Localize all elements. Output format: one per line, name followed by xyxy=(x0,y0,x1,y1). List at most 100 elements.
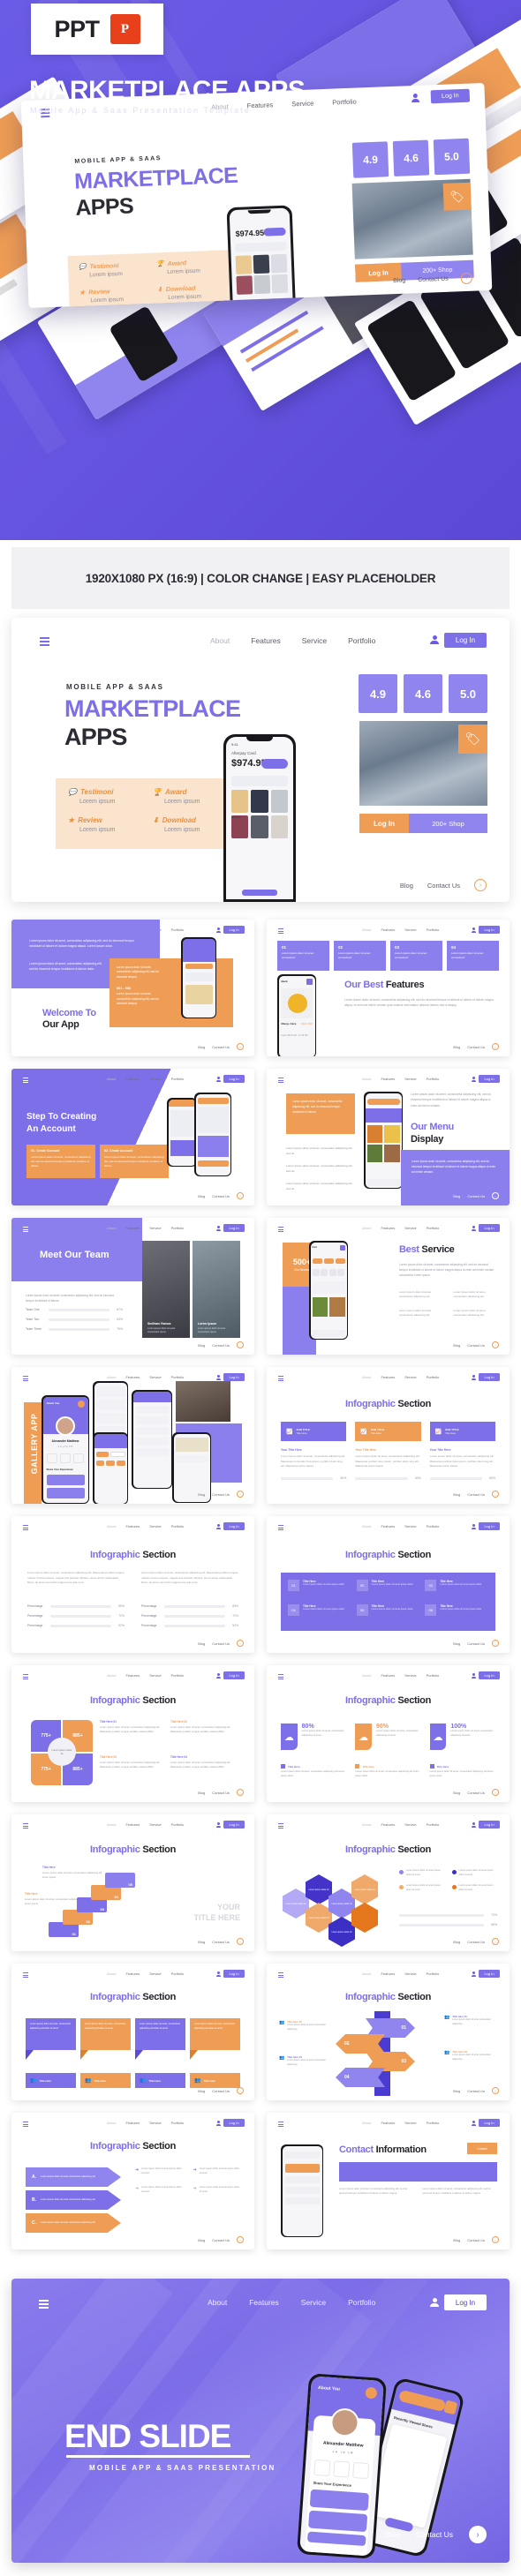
user-icon[interactable] xyxy=(216,1822,221,1828)
nav-item-service[interactable]: Service xyxy=(404,1822,416,1827)
nav-item-features[interactable]: Features xyxy=(125,1226,140,1230)
footer-contact-link[interactable]: Contact Us xyxy=(212,1045,230,1049)
nav-item-features[interactable]: Features xyxy=(125,1077,140,1081)
nav-item-service[interactable]: Service xyxy=(302,636,327,645)
nav-item-service[interactable]: Service xyxy=(404,1673,416,1678)
nav-item-portfolio[interactable]: Portfolio xyxy=(171,1077,185,1081)
phone-search-input[interactable] xyxy=(231,776,288,786)
nav-item-service[interactable]: Service xyxy=(149,1524,161,1528)
login-button[interactable]: Log In xyxy=(479,1970,500,1978)
footer-blog-link[interactable]: Blog xyxy=(453,1343,460,1348)
chevron-right-icon[interactable]: › xyxy=(469,2526,487,2543)
user-icon[interactable] xyxy=(472,1226,476,1231)
hero-slide-preview[interactable]: About Features Service Portfolio Log In … xyxy=(20,83,493,308)
footer-contact-link[interactable]: Contact Us xyxy=(467,1343,485,1348)
cta-bar[interactable]: Log In 200+ Shop xyxy=(359,814,487,833)
nav-item-about[interactable]: About xyxy=(362,928,371,932)
footer-contact-link[interactable]: Contact Us xyxy=(418,276,449,283)
footer-blog-link[interactable]: Blog xyxy=(198,1045,205,1049)
nav-item-service[interactable]: Service xyxy=(149,1077,161,1081)
footer-blog-link[interactable]: Blog xyxy=(198,1940,205,1944)
chevron-right-icon[interactable]: › xyxy=(492,1789,499,1796)
footer-blog-link[interactable]: Blog xyxy=(453,2238,460,2242)
footer-blog-link[interactable]: Blog xyxy=(198,2238,205,2242)
footer-contact-link[interactable]: Contact Us xyxy=(212,1641,230,1646)
slide-thumb-contact-information[interactable]: About Features Service Portfolio Log In Con… xyxy=(267,2113,510,2249)
nav-item-portfolio[interactable]: Portfolio xyxy=(427,1971,440,1976)
footer-contact-link[interactable]: Contact Us xyxy=(467,2089,485,2093)
nav-item-features[interactable]: Features xyxy=(381,2121,395,2125)
footer-contact-link[interactable]: Contact Us xyxy=(467,1940,485,1944)
nav-item-service[interactable]: Service xyxy=(404,1226,416,1230)
footer-blog-link[interactable]: Blog xyxy=(198,1492,205,1497)
nav-item-portfolio[interactable]: Portfolio xyxy=(171,928,185,932)
user-icon[interactable] xyxy=(216,1971,221,1977)
nav-item-portfolio[interactable]: Portfolio xyxy=(427,1822,440,1827)
nav-item-portfolio[interactable]: Portfolio xyxy=(348,636,375,645)
footer-blog-link[interactable]: Blog xyxy=(198,1194,205,1198)
slide-thumb-infographic-4[interactable]: About Features Service Portfolio Log In Inf… xyxy=(11,1665,254,1802)
nav-item-service[interactable]: Service xyxy=(404,1077,416,1081)
login-button[interactable]: Log In xyxy=(479,1075,500,1083)
nav-item-features[interactable]: Features xyxy=(381,1673,395,1678)
footer-contact-link[interactable]: Contact Us xyxy=(467,2238,485,2242)
login-button[interactable]: Log In xyxy=(223,1821,245,1829)
footer-contact-link[interactable]: Contact Us xyxy=(467,1641,485,1646)
nav-item-service[interactable]: Service xyxy=(149,1226,161,1230)
chevron-right-icon[interactable]: › xyxy=(237,1640,244,1647)
chevron-right-icon[interactable]: › xyxy=(492,1938,499,1945)
footer-blog-link[interactable]: Blog xyxy=(393,278,405,285)
login-button[interactable]: Log In xyxy=(223,1522,245,1530)
nav-item-about[interactable]: About xyxy=(362,1524,371,1528)
nav-menu[interactable]: About Features Service Portfolio xyxy=(208,2298,375,2307)
slide-thumb-infographic-10[interactable]: About Features Service Portfolio Log In Inf… xyxy=(11,2113,254,2249)
footer-contact-link[interactable]: Contact Us xyxy=(467,1791,485,1795)
nav-item-about[interactable]: About xyxy=(362,1822,371,1827)
login-button[interactable]: Log In xyxy=(430,88,471,104)
footer-blog-link[interactable]: Blog xyxy=(198,1791,205,1795)
chevron-right-icon[interactable]: › xyxy=(237,2236,244,2243)
nav-item-features[interactable]: Features xyxy=(381,1375,395,1379)
user-icon[interactable] xyxy=(472,1375,476,1380)
chevron-right-icon[interactable]: › xyxy=(474,879,487,891)
footer-contact-link[interactable]: Contact Us xyxy=(212,1194,230,1198)
chevron-right-icon[interactable]: › xyxy=(492,2087,499,2094)
slide-thumb-meet-team[interactable]: About Features Service Portfolio Log In Mee… xyxy=(11,1218,254,1355)
slide-thumb-infographic-3[interactable]: About Features Service Portfolio Log In Inf… xyxy=(267,1516,510,1653)
nav-item-about[interactable]: About xyxy=(208,2298,227,2307)
nav-item-features[interactable]: Features xyxy=(381,1226,395,1230)
user-icon[interactable] xyxy=(430,635,439,644)
chevron-right-icon[interactable]: › xyxy=(492,1043,499,1050)
user-icon[interactable] xyxy=(430,2298,439,2307)
chevron-right-icon[interactable]: › xyxy=(237,1192,244,1199)
phone-cta-button[interactable] xyxy=(263,227,286,237)
slide-thumb-menu-display[interactable]: About Features Service Portfolio Log In Lor… xyxy=(267,1069,510,1205)
nav-item-features[interactable]: Features xyxy=(251,636,281,645)
user-icon[interactable] xyxy=(216,1226,221,1231)
slide-thumb-infographic-2[interactable]: About Features Service Portfolio Log In Inf… xyxy=(11,1516,254,1653)
nav-item-service[interactable]: Service xyxy=(149,1375,161,1379)
slide-thumb-infographic-8[interactable]: About Features Service Portfolio Log In Inf… xyxy=(11,1964,254,2100)
login-button[interactable]: Log In xyxy=(479,1224,500,1232)
nav-item-portfolio[interactable]: Portfolio xyxy=(171,1226,185,1230)
featured-slide[interactable]: About Features Service Portfolio Log In … xyxy=(11,618,510,902)
nav-item-service[interactable]: Service xyxy=(404,1971,416,1976)
nav-item-service[interactable]: Service xyxy=(404,1375,416,1379)
user-icon[interactable] xyxy=(472,1971,476,1977)
nav-item-portfolio[interactable]: Portfolio xyxy=(171,1822,185,1827)
nav-item-about[interactable]: About xyxy=(107,1375,116,1379)
nav-item-about[interactable]: About xyxy=(107,1524,116,1528)
user-icon[interactable] xyxy=(472,2121,476,2126)
user-icon[interactable] xyxy=(472,928,476,933)
nav-item-service[interactable]: Service xyxy=(404,1524,416,1528)
end-slide[interactable]: About Features Service Portfolio Log In … xyxy=(11,2279,510,2563)
nav-item-service[interactable]: Service xyxy=(149,2121,161,2125)
chevron-right-icon[interactable]: › xyxy=(237,1043,244,1050)
nav-item-features[interactable]: Features xyxy=(249,2298,279,2307)
login-button[interactable]: Log In xyxy=(223,1075,245,1083)
footer-blog-link[interactable]: Blog xyxy=(453,1641,460,1646)
user-icon[interactable] xyxy=(472,1524,476,1529)
phone-cta-button[interactable] xyxy=(261,759,288,769)
phone-search-input[interactable] xyxy=(235,241,287,252)
nav-item-service[interactable]: Service xyxy=(301,2298,326,2307)
